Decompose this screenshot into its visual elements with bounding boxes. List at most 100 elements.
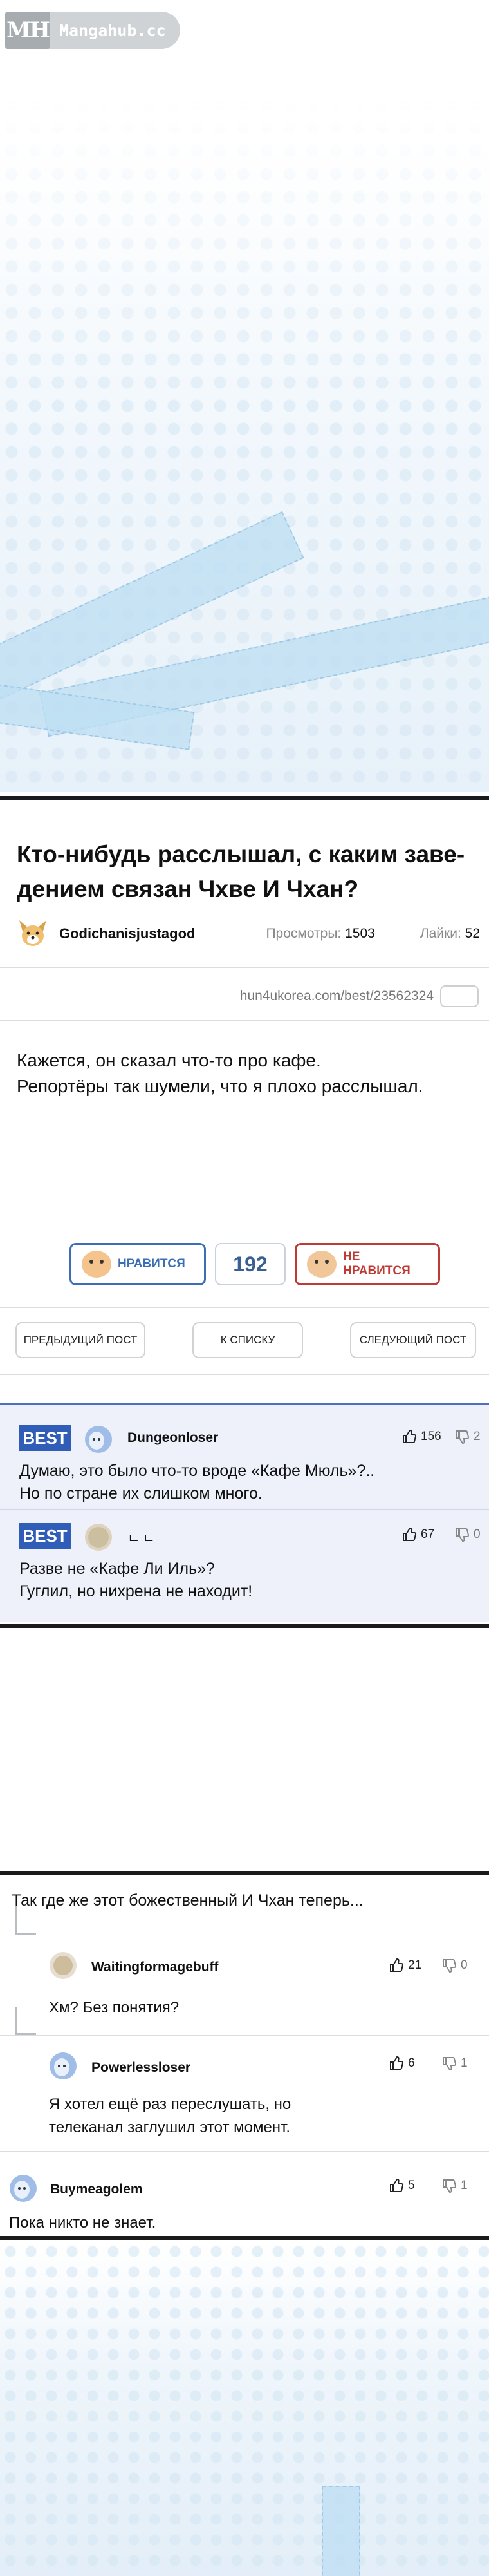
thumbs-up-icon [403, 1429, 417, 1443]
comment-dislikes: 1 [461, 2056, 468, 2070]
watermark-site: Mangahub.cc [59, 21, 166, 40]
comment-line: Гуглил, но нихрена не находит! [19, 1582, 253, 1600]
views-count: 1503 [345, 926, 375, 941]
comment-text: Думаю, это было что-то вроде «Кафе Мюль»… [19, 1460, 374, 1505]
happy-face-icon [82, 1251, 111, 1278]
ghost-avatar-icon [50, 2052, 77, 2079]
post-body-line: Репортёры так шумели, что я плохо расслы… [17, 1076, 423, 1096]
comment-author[interactable]: ㄴㄴ [127, 1528, 158, 1548]
comment-dislike-button[interactable]: 1 [441, 2178, 468, 2193]
comment-author[interactable]: Buymeagolem [50, 2182, 143, 2197]
comment-line: Но по стране их слишком много. [19, 1484, 263, 1502]
best-comments: BEST Dungeonloser 156 2 Думаю, это было … [0, 1403, 489, 1622]
watermark-logo: MH [5, 12, 50, 49]
thumbs-down-icon [443, 1959, 457, 1973]
comment-text: Хм? Без понятия? [49, 1999, 180, 2016]
copy-url-button[interactable] [440, 985, 479, 1007]
avatar [85, 1524, 112, 1551]
panel-top-border [0, 1871, 489, 1875]
vote-row: НРАВИТСЯ 192 НЕ НРАВИТСЯ [69, 1242, 440, 1287]
divider [0, 967, 489, 968]
vote-count: 192 [215, 1243, 286, 1285]
comment-like-button[interactable]: 156 [401, 1429, 441, 1444]
best-badge: BEST [19, 1523, 71, 1549]
comment-text: Разве не «Кафе Ли Иль»? Гуглил, но нихре… [19, 1558, 252, 1603]
panel-top-border [0, 796, 489, 800]
comment-text: Пока никто не знает. [9, 2214, 156, 2231]
views-label: Просмотры: [266, 926, 342, 941]
comment-dislikes: 1 [461, 2179, 468, 2192]
thumbs-down-icon [456, 1430, 470, 1444]
post-url[interactable]: hun4ukorea.com/best/23562324 [240, 989, 434, 1004]
post-navigation: ПРЕДЫДУЩИЙ ПОСТ К СПИСКУ СЛЕДУЮЩИЙ ПОСТ [15, 1321, 476, 1359]
post-title: Кто-нибудь расслышал, с каким заве-дение… [17, 841, 465, 902]
dislike-button[interactable]: НЕ НРАВИТСЯ [295, 1243, 440, 1285]
comment-like-button[interactable]: 6 [389, 2056, 415, 2071]
comment-line: Я хотел ещё раз переслушать, но [49, 2096, 291, 2113]
comment-text: Я хотел ещё раз переслушать, но телекана… [49, 2093, 291, 2139]
background-art-bottom [0, 2241, 489, 2576]
post-body: Кажется, он сказал что-то про кафе. Репо… [17, 1048, 474, 1099]
thumbs-up-icon [390, 1958, 404, 1972]
like-label: НРАВИТСЯ [118, 1257, 185, 1271]
comment-likes: 156 [421, 1430, 441, 1443]
comment-like-button[interactable]: 21 [389, 1958, 421, 1973]
thumbs-up-icon [390, 2056, 404, 2070]
ghost-avatar-icon [10, 2175, 37, 2202]
dislike-label: НЕ НРАВИТСЯ [343, 1250, 411, 1278]
comment-dislikes: 2 [474, 1430, 481, 1443]
thumbs-down-icon [456, 1528, 470, 1542]
comment-likes: 6 [408, 2056, 415, 2070]
post-meta: Godichanisjustagod Просмотры: 1503 Лайки… [17, 918, 480, 950]
comment-dislike-button[interactable]: 0 [441, 1958, 468, 1973]
post-author[interactable]: Godichanisjustagod [59, 925, 259, 942]
comment: BEST Dungeonloser 156 2 Думаю, это было … [19, 1425, 483, 1509]
comment-line: Думаю, это было что-то вроде «Кафе Мюль»… [19, 1462, 375, 1480]
to-list-button[interactable]: К СПИСКУ [192, 1322, 303, 1358]
comment-author[interactable]: Powerlessloser [91, 2060, 190, 2076]
site-watermark: MH Mangahub.cc [5, 12, 180, 49]
comment-like-button[interactable]: 5 [389, 2178, 415, 2193]
comment-author[interactable]: Waitingformagebuff [91, 1960, 219, 1975]
next-post-button[interactable]: СЛЕДУЮЩИЙ ПОСТ [350, 1322, 476, 1358]
likes-label: Лайки: [420, 926, 461, 941]
comment-line: Разве не «Кафе Ли Иль»? [19, 1560, 215, 1578]
comment-dislikes: 0 [461, 1958, 468, 1972]
avatar [50, 1952, 77, 1979]
comment-line: телеканал заглушил этот момент. [49, 2119, 291, 2136]
likes-count: 52 [465, 926, 480, 941]
comment-text: Так где же этот божественный И Чхан тепе… [12, 1891, 364, 1909]
divider [0, 2035, 489, 2036]
thumbs-up-icon [403, 1527, 417, 1541]
thumbs-down-icon [443, 2179, 457, 2193]
reply-arrow-icon [15, 2007, 36, 2035]
comment-likes: 5 [408, 2179, 415, 2192]
panel-bottom-border [0, 1624, 489, 1628]
comment-likes: 67 [421, 1528, 435, 1541]
views-stat: Просмотры: 1503 [266, 926, 374, 942]
dog-avatar-icon [19, 920, 46, 946]
divider [0, 1374, 489, 1375]
url-row: hun4ukorea.com/best/23562324 [0, 985, 479, 1007]
comment-dislikes: 0 [474, 1528, 481, 1541]
polka-dot-pattern [0, 2241, 489, 2576]
background-art-top [0, 0, 489, 792]
comment-dislike-button[interactable]: 1 [441, 2056, 468, 2071]
likes-stat: Лайки: 52 [420, 926, 480, 942]
ribbon-tape [322, 2486, 360, 2576]
comment-dislike-button[interactable]: 0 [454, 1527, 481, 1542]
like-button[interactable]: НРАВИТСЯ [69, 1243, 206, 1285]
ghost-avatar-icon [85, 1426, 112, 1453]
panel-bottom-border [0, 2236, 489, 2240]
divider [0, 2151, 489, 2152]
sad-face-icon [307, 1251, 337, 1278]
thumbs-up-icon [390, 2178, 404, 2192]
divider [0, 1307, 489, 1308]
thumbs-down-icon [443, 2057, 457, 2071]
prev-post-button[interactable]: ПРЕДЫДУЩИЙ ПОСТ [15, 1322, 145, 1358]
comment-author[interactable]: Dungeonloser [127, 1430, 218, 1446]
comment: BEST ㄴㄴ 67 0 Разве не «Кафе Ли Иль»? Гуг… [19, 1523, 483, 1607]
divider [0, 1020, 489, 1021]
comment-dislike-button[interactable]: 2 [454, 1429, 481, 1444]
comment-like-button[interactable]: 67 [401, 1527, 434, 1542]
